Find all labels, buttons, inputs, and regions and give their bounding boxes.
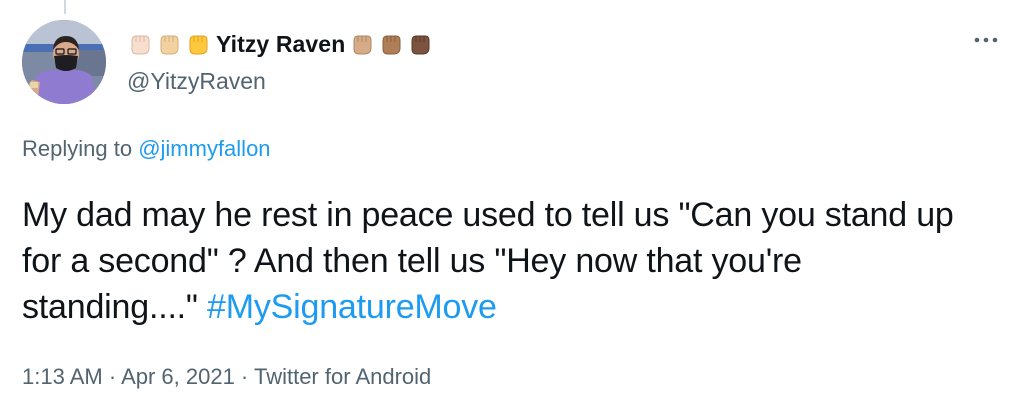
raised-fist-medium-light-icon [156, 31, 182, 57]
raised-fist-light-icon [127, 31, 153, 57]
raised-fist-dark-icon [407, 31, 433, 57]
tweet-time[interactable]: 1:13 AM [22, 364, 103, 389]
author-name-row[interactable]: Yitzy Raven [127, 27, 436, 61]
meta-separator: · [234, 364, 254, 389]
replying-to-line: Replying to @jimmyfallon [22, 136, 271, 162]
raised-fist-medium-dark-icon [378, 31, 404, 57]
raised-fist-medium-icon [349, 31, 375, 57]
replying-to-label: Replying to [22, 136, 139, 161]
tweet-date[interactable]: Apr 6, 2021 [121, 364, 235, 389]
tweet-source: Twitter for Android [253, 364, 432, 389]
more-horizontal-icon[interactable] [968, 28, 1004, 52]
reply-to-handle-link[interactable]: @jimmyfallon [138, 136, 270, 161]
thread-connector-line [64, 0, 66, 14]
author-handle[interactable]: @YitzyRaven [127, 68, 266, 95]
author-display-name[interactable]: Yitzy Raven [216, 31, 345, 58]
tweet-text: My dad may he rest in peace used to tell… [22, 192, 982, 330]
hashtag-link[interactable]: #MySignatureMove [207, 288, 497, 326]
raised-fist-yellow-icon [185, 31, 211, 57]
avatar[interactable] [22, 20, 106, 104]
tweet-metadata: 1:13 AM · Apr 6, 2021 · Twitter for Andr… [22, 364, 431, 390]
tweet-card: Yitzy Raven @YitzyRaven Replying to @jim… [0, 0, 1024, 417]
meta-separator: · [102, 364, 122, 389]
